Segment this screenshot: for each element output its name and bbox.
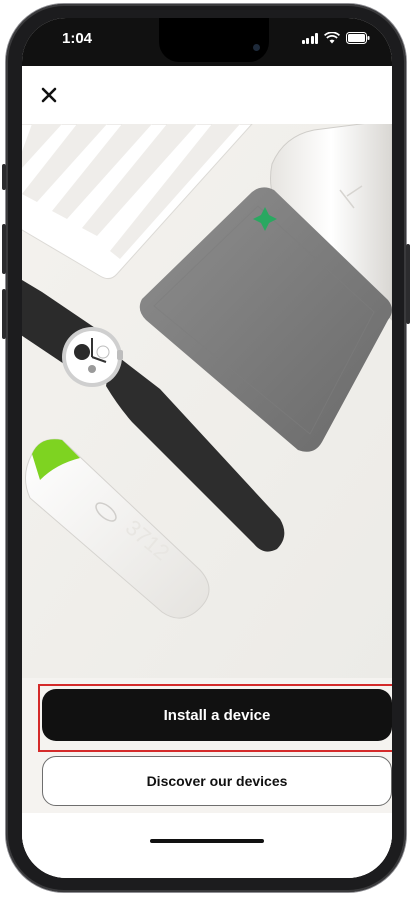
battery-icon <box>346 32 370 44</box>
bottom-panel <box>22 813 392 878</box>
volume-down-button <box>2 289 6 339</box>
silent-switch <box>2 164 6 190</box>
devices-photo: 3712 <box>22 124 392 678</box>
volume-up-button <box>2 224 6 274</box>
close-icon <box>41 87 57 103</box>
notch <box>159 18 269 62</box>
front-camera <box>253 44 260 51</box>
power-button <box>406 244 410 324</box>
header-bar <box>22 66 392 124</box>
status-icons <box>301 32 371 44</box>
status-bar: 1:04 <box>22 18 392 66</box>
device-canvas: 1:04 3712 Install a device Discover our … <box>0 0 414 897</box>
home-indicator <box>150 839 264 843</box>
close-button[interactable] <box>34 80 64 110</box>
install-device-button[interactable]: Install a device <box>42 689 392 741</box>
discover-devices-button[interactable]: Discover our devices <box>42 756 392 806</box>
hero-image: 3712 <box>22 124 392 678</box>
wifi-icon <box>324 32 340 44</box>
status-time: 1:04 <box>62 30 93 47</box>
phone-screen: 1:04 3712 Install a device Discover our … <box>22 18 392 878</box>
cellular-signal-icon <box>301 33 318 44</box>
